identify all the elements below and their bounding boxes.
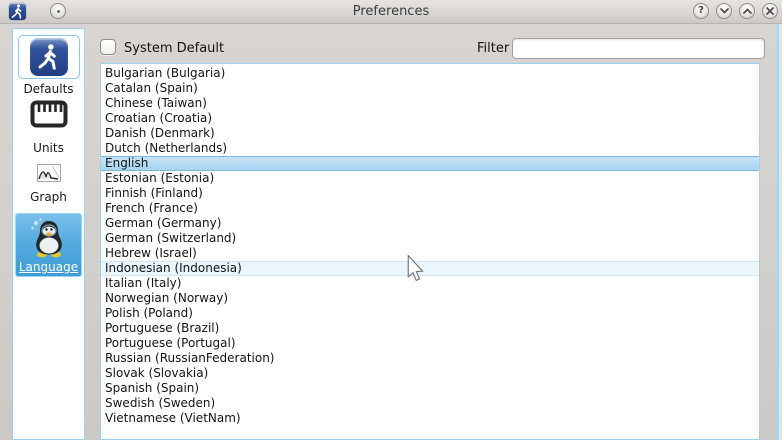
language-list-item[interactable]: German (Switzerland) bbox=[101, 231, 759, 246]
language-list-item[interactable]: Italian (Italy) bbox=[101, 276, 759, 291]
preferences-sidebar: Defaults Units Graph bbox=[12, 28, 85, 440]
sidebar-item-label: Defaults bbox=[13, 82, 84, 96]
language-list-item[interactable]: Portuguese (Portugal) bbox=[101, 336, 759, 351]
hiker-icon bbox=[30, 38, 68, 76]
language-list-item[interactable]: Catalan (Spain) bbox=[101, 81, 759, 96]
language-list-item[interactable]: Finnish (Finland) bbox=[101, 186, 759, 201]
language-list-item[interactable]: French (France) bbox=[101, 201, 759, 216]
sidebar-item-label: Graph bbox=[13, 190, 84, 204]
sidebar-item-graph[interactable]: Graph bbox=[13, 164, 84, 204]
graph-icon bbox=[37, 164, 61, 182]
language-list-item[interactable]: Indonesian (Indonesia) bbox=[101, 261, 759, 276]
mouse-cursor bbox=[407, 255, 424, 284]
close-icon bbox=[766, 7, 774, 15]
language-list-item[interactable]: German (Germany) bbox=[101, 216, 759, 231]
help-button[interactable]: ? bbox=[693, 3, 709, 19]
sidebar-item-defaults[interactable]: Defaults bbox=[13, 35, 84, 96]
language-list-item[interactable]: Norwegian (Norway) bbox=[101, 291, 759, 306]
filter-input[interactable] bbox=[512, 38, 765, 59]
language-list-item[interactable]: Bulgarian (Bulgaria) bbox=[101, 66, 759, 81]
language-list-item[interactable]: Croatian (Croatia) bbox=[101, 111, 759, 126]
chevron-down-icon bbox=[720, 8, 729, 14]
system-default-label: System Default bbox=[124, 41, 224, 56]
close-button[interactable] bbox=[762, 3, 778, 19]
unshade-button[interactable] bbox=[739, 3, 755, 19]
ruler-icon bbox=[30, 100, 68, 128]
help-icon: ? bbox=[698, 6, 704, 16]
language-list-item[interactable]: Slovak (Slovakia) bbox=[101, 366, 759, 381]
sidebar-item-label: Language bbox=[16, 260, 81, 274]
system-default-checkbox[interactable] bbox=[100, 39, 116, 55]
language-list-item[interactable]: English bbox=[101, 156, 759, 171]
shade-button[interactable] bbox=[716, 3, 732, 19]
window-title: Preferences bbox=[0, 4, 782, 19]
language-list-item[interactable]: Russian (RussianFederation) bbox=[101, 351, 759, 366]
language-list-item[interactable]: Dutch (Netherlands) bbox=[101, 141, 759, 156]
language-list-item[interactable]: Hebrew (Israel) bbox=[101, 246, 759, 261]
language-list-item[interactable]: Estonian (Estonia) bbox=[101, 171, 759, 186]
filter-label: Filter bbox=[477, 41, 509, 56]
language-list-item[interactable]: Chinese (Taiwan) bbox=[101, 96, 759, 111]
chevron-up-icon bbox=[743, 8, 752, 14]
titlebar: Preferences ? bbox=[0, 0, 782, 24]
language-list-item[interactable]: Spanish (Spain) bbox=[101, 381, 759, 396]
language-list-item[interactable]: Vietnamese (VietNam) bbox=[101, 411, 759, 426]
current-item-frame bbox=[18, 35, 80, 79]
language-list-item[interactable]: Swedish (Sweden) bbox=[101, 396, 759, 411]
language-list-item[interactable]: Polish (Poland) bbox=[101, 306, 759, 321]
sidebar-item-units[interactable]: Units bbox=[13, 100, 84, 155]
tux-icon bbox=[27, 216, 71, 260]
language-list: Bulgarian (Bulgaria)Catalan (Spain)Chine… bbox=[100, 63, 760, 440]
language-list-item[interactable]: Portuguese (Brazil) bbox=[101, 321, 759, 336]
language-list-item[interactable]: Danish (Denmark) bbox=[101, 126, 759, 141]
sidebar-item-label: Units bbox=[13, 141, 84, 155]
sidebar-item-language[interactable]: Language bbox=[15, 213, 82, 277]
